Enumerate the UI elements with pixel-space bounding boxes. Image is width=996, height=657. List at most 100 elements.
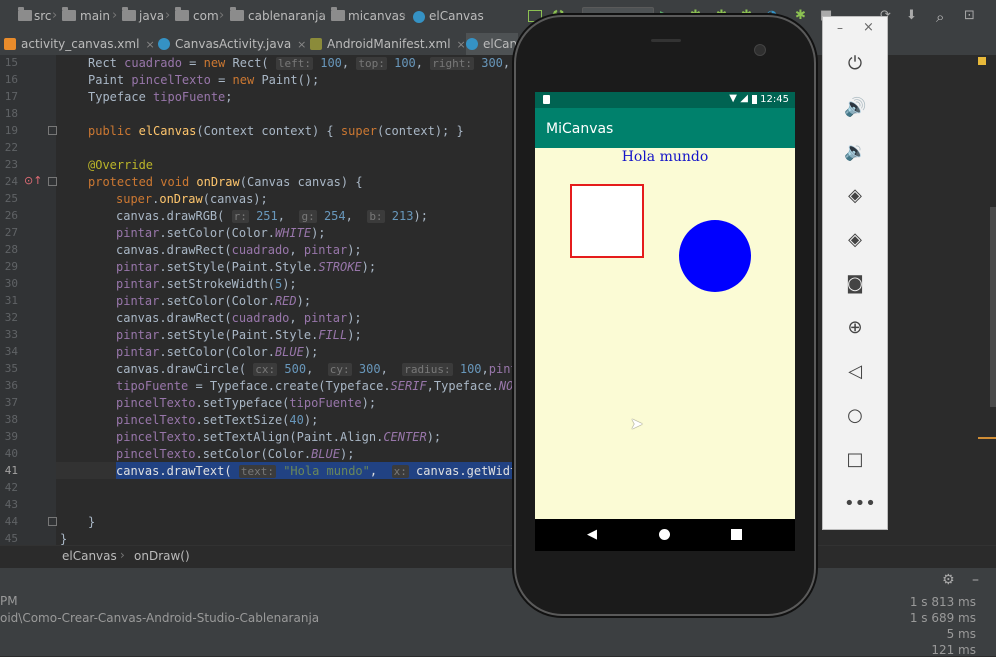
- code-line-40: pincelTexto.setColor(Color.BLUE);: [116, 447, 355, 461]
- emulator-screen[interactable]: ▼ ◢ 12:45 MiCanvas Hola mundo ➤: [535, 92, 795, 519]
- crumb-elcanvas[interactable]: elCanvas: [429, 9, 484, 25]
- code-line-25: super.onDraw(canvas);: [116, 192, 268, 206]
- overview-icon[interactable]: □: [844, 449, 866, 471]
- folder-icon: [122, 7, 136, 21]
- folder-icon: [175, 7, 189, 21]
- line-number: 35: [4, 362, 18, 375]
- line-number: 37: [4, 396, 18, 409]
- settings-icon[interactable]: ⊡: [964, 8, 980, 24]
- close-icon[interactable]: ×: [145, 34, 154, 56]
- class-icon: [413, 11, 425, 23]
- line-number: 39: [4, 430, 18, 443]
- line-number: 29: [4, 260, 18, 273]
- volume-up-icon[interactable]: 🔊: [844, 97, 866, 119]
- tab-activity-canvas-xml[interactable]: activity_canvas.xml ×: [4, 33, 155, 55]
- code-line-33: pintar.setStyle(Paint.Style.FILL);: [116, 328, 362, 342]
- minimize-icon[interactable]: –: [837, 21, 843, 35]
- warning-marker-icon[interactable]: [978, 57, 986, 65]
- tab-elcanvas[interactable]: elCan: [466, 33, 518, 55]
- zoom-icon[interactable]: ⊕: [844, 317, 866, 339]
- rotate-right-icon[interactable]: ◈: [844, 229, 866, 251]
- class-icon: [466, 38, 478, 50]
- crumb-main[interactable]: main: [80, 9, 110, 25]
- settings-gear-icon[interactable]: ⚙: [942, 572, 955, 588]
- mouse-cursor-icon: ➤: [630, 414, 644, 433]
- search-icon[interactable]: ⌕: [936, 8, 952, 26]
- crumb-cablenaranja[interactable]: cablenaranja: [248, 9, 326, 25]
- code-line-38: pincelTexto.setTextSize(40);: [116, 413, 319, 427]
- line-number: 16: [4, 73, 18, 86]
- line-number: 22: [4, 141, 18, 154]
- breadcrumb-class[interactable]: elCanvas: [62, 549, 117, 563]
- close-icon[interactable]: ×: [297, 34, 306, 56]
- output-time: 1 s 813 ms: [909, 595, 976, 609]
- build-output-panel: ⚙ – PM oid\Como-Crear-Canvas-Android-Stu…: [0, 567, 996, 657]
- overview-icon[interactable]: [731, 529, 742, 540]
- code-line-31: pintar.setColor(Color.RED);: [116, 294, 312, 308]
- scrollbar[interactable]: [990, 207, 996, 407]
- folder-icon: [18, 7, 32, 21]
- code-line-24: protected void onDraw(Canvas canvas) {: [88, 175, 363, 189]
- fold-toggle-icon[interactable]: [48, 177, 57, 186]
- line-number: 32: [4, 311, 18, 324]
- line-number: 42: [4, 481, 18, 494]
- minimize-icon[interactable]: –: [972, 572, 979, 588]
- emulator-toolbar: – × ⏻ 🔊 🔉 ◈ ◈ ◙ ⊕ ◁ ○ □ •••: [822, 16, 888, 530]
- chevron-right-icon: ›: [52, 8, 58, 23]
- status-bar: ▼ ◢ 12:45: [535, 92, 795, 108]
- line-number: 30: [4, 277, 18, 290]
- breadcrumb-method[interactable]: onDraw(): [134, 549, 190, 563]
- crumb-src[interactable]: src: [34, 9, 52, 25]
- chevron-right-icon: ›: [120, 548, 125, 562]
- camera-icon[interactable]: ◙: [844, 273, 866, 295]
- code-line-29: pintar.setStyle(Paint.Style.STROKE);: [116, 260, 377, 274]
- line-number: 15: [4, 56, 18, 69]
- volume-down-icon[interactable]: 🔉: [844, 141, 866, 163]
- power-icon[interactable]: ⏻: [844, 53, 866, 75]
- signal-icon: ◢: [740, 93, 748, 104]
- rotate-left-icon[interactable]: ◈: [844, 185, 866, 207]
- line-number: 19: [4, 124, 18, 137]
- chevron-right-icon: ›: [219, 8, 225, 23]
- sdk-manager-icon[interactable]: ⬇: [906, 8, 922, 24]
- line-number: 40: [4, 447, 18, 460]
- android-nav-bar: ◀: [535, 519, 795, 551]
- fold-toggle-icon[interactable]: [48, 126, 57, 135]
- tab-canvas-activity-java[interactable]: CanvasActivity.java ×: [158, 33, 306, 55]
- line-number: 31: [4, 294, 18, 307]
- crumb-java[interactable]: java: [139, 9, 164, 25]
- line-number: 33: [4, 328, 18, 341]
- canvas-square: [570, 184, 644, 258]
- status-clock: 12:45: [760, 94, 789, 105]
- output-time: 1 s 689 ms: [909, 611, 976, 625]
- battery-icon: [752, 95, 757, 104]
- override-marker-icon[interactable]: ⊙↑: [24, 174, 42, 187]
- line-number: 23: [4, 158, 18, 171]
- tab-android-manifest-xml[interactable]: AndroidManifest.xml ×: [310, 33, 466, 55]
- canvas-hello-text: Hola mundo: [621, 149, 709, 165]
- code-line-41: canvas.drawText( text: "Hola mundo", x: …: [116, 464, 554, 478]
- line-number: 28: [4, 243, 18, 256]
- attach-debugger-icon[interactable]: ✱: [795, 8, 811, 24]
- close-icon[interactable]: ×: [457, 34, 466, 56]
- code-line-26: canvas.drawRGB( r: 251, g: 254, b: 213);: [116, 209, 428, 223]
- line-number: 41: [4, 464, 18, 477]
- line-number: 36: [4, 379, 18, 392]
- close-icon[interactable]: ×: [863, 20, 874, 35]
- wifi-icon: ▼: [729, 93, 737, 104]
- breadcrumb: elCanvas › onDraw(): [0, 545, 996, 568]
- back-icon[interactable]: ◁: [844, 361, 866, 383]
- home-icon[interactable]: [659, 529, 670, 540]
- back-icon[interactable]: ◀: [587, 527, 597, 542]
- line-number: 34: [4, 345, 18, 358]
- chevron-right-icon: ›: [165, 8, 171, 23]
- line-number: 25: [4, 192, 18, 205]
- crumb-micanvas[interactable]: micanvas: [348, 9, 405, 25]
- more-icon[interactable]: •••: [844, 493, 876, 515]
- line-number: 45: [4, 532, 18, 545]
- home-icon[interactable]: ○: [844, 405, 866, 427]
- crumb-com[interactable]: com: [193, 9, 219, 25]
- chevron-right-icon: ›: [112, 8, 118, 23]
- code-line-34: pintar.setColor(Color.BLUE);: [116, 345, 319, 359]
- fold-toggle-icon[interactable]: [48, 517, 57, 526]
